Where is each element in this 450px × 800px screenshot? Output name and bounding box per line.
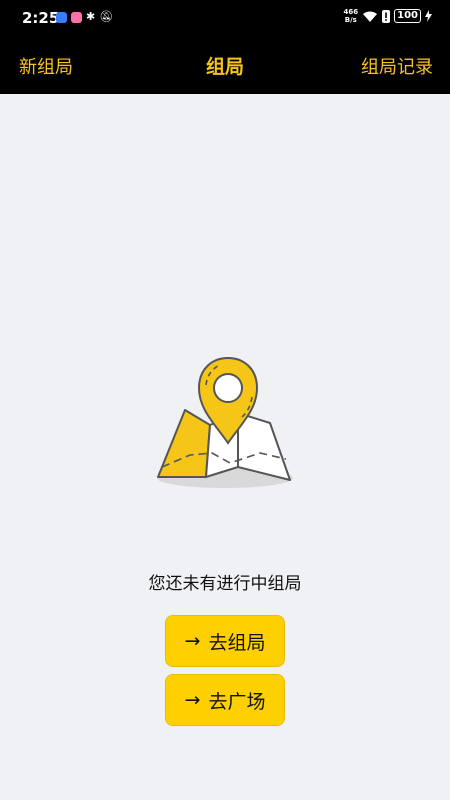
go-group-button[interactable]: → 去组局 — [165, 615, 285, 667]
status-time: 2:25 — [22, 9, 60, 27]
notification-icons: ✱ 🔕︎ — [56, 11, 113, 23]
arrow-right-icon: → — [184, 689, 201, 711]
network-speed-unit: B/s — [344, 16, 357, 24]
map-pin-icon — [157, 356, 293, 488]
arrow-right-icon: → — [184, 630, 201, 652]
battery-indicator: 100 — [394, 9, 421, 23]
group-history-button[interactable]: 组局记录 — [361, 53, 433, 79]
charging-icon — [425, 10, 432, 22]
empty-state-message: 您还未有进行中组局 — [148, 574, 302, 594]
go-group-label: 去组局 — [208, 631, 266, 654]
app-notification-icon — [71, 11, 82, 23]
header-bar: 新组局 组局 组局记录 — [0, 36, 450, 94]
status-indicators: 466 B/s 100 — [344, 8, 432, 24]
bluetooth-icon: ✱ — [86, 10, 96, 23]
network-speed-value: 466 — [343, 8, 359, 16]
status-bar: 2:25 ✱ 🔕︎ 466 B/s 100 — [0, 0, 450, 36]
alert-icon — [382, 9, 391, 23]
wifi-icon — [363, 11, 378, 22]
network-speed: 466 B/s — [344, 8, 359, 24]
app-notification-icon — [56, 11, 67, 23]
go-square-label: 去广场 — [208, 690, 266, 713]
go-square-button[interactable]: → 去广场 — [165, 674, 285, 726]
mute-icon: 🔕︎ — [99, 10, 114, 23]
